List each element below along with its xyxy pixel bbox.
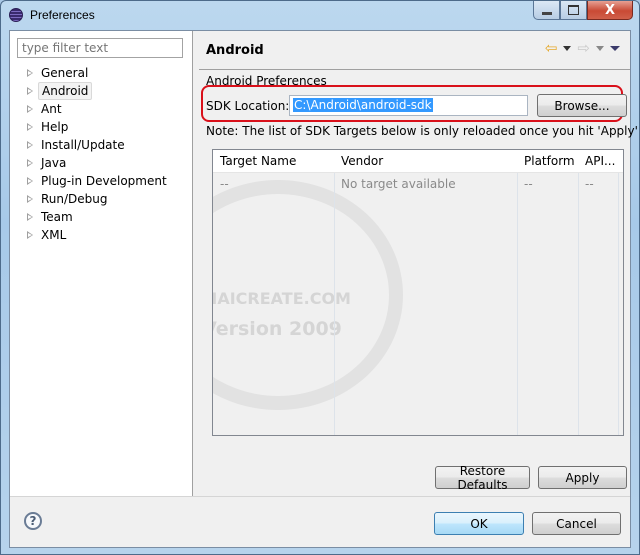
- window-controls: X: [533, 1, 633, 21]
- tree-item-label: Java: [41, 156, 67, 170]
- expand-arrow-icon[interactable]: [27, 141, 33, 149]
- tree-item-xml[interactable]: XML: [10, 226, 192, 244]
- tree-item-ant[interactable]: Ant: [10, 100, 192, 118]
- expand-arrow-icon[interactable]: [27, 159, 33, 167]
- expand-arrow-icon[interactable]: [27, 105, 33, 113]
- footer-separator: [10, 496, 630, 497]
- tree-item-general[interactable]: General: [10, 64, 192, 82]
- table-row[interactable]: -- No target available -- --: [213, 173, 623, 195]
- help-icon[interactable]: ?: [24, 512, 42, 530]
- tree-item-label: XML: [41, 228, 67, 242]
- browse-button[interactable]: Browse...: [537, 94, 627, 117]
- dialog-client: General Android Ant Help Install/Update …: [9, 30, 640, 548]
- cell-platform: --: [524, 177, 533, 191]
- tree-item-label: Run/Debug: [41, 192, 108, 206]
- watermark-line1: THAICREATE.COM: [213, 289, 351, 308]
- maximize-button[interactable]: [560, 1, 587, 20]
- tree-item-label: Install/Update: [41, 138, 125, 152]
- preference-page: Android ⇦ ⇨ Android Preferences SDK Loca…: [193, 31, 640, 496]
- expand-arrow-icon[interactable]: [27, 123, 33, 131]
- page-title: Android: [206, 43, 264, 58]
- close-icon: X: [604, 2, 616, 18]
- cell-vendor: No target available: [341, 177, 456, 191]
- sdk-targets-table[interactable]: THAICREATE.COM Version 2009 Target Name …: [212, 149, 624, 436]
- back-dropdown-icon[interactable]: [563, 46, 572, 51]
- column-header-target-name[interactable]: Target Name: [213, 150, 334, 172]
- restore-defaults-button[interactable]: Restore Defaults: [435, 464, 530, 492]
- column-header-vendor[interactable]: Vendor: [334, 150, 517, 172]
- preferences-sidebar: General Android Ant Help Install/Update …: [10, 31, 193, 496]
- watermark: THAICREATE.COM Version 2009: [212, 180, 403, 410]
- window-title: Preferences: [30, 8, 95, 22]
- close-button[interactable]: X: [587, 1, 633, 20]
- ok-button[interactable]: OK: [434, 512, 524, 535]
- preferences-window: Preferences X General Android Ant Help I…: [0, 0, 640, 555]
- preferences-tree: General Android Ant Help Install/Update …: [10, 64, 192, 244]
- filter-input[interactable]: [17, 38, 183, 58]
- watermark-line2: Version 2009: [212, 318, 342, 340]
- sdk-location-label: SDK Location:: [206, 99, 290, 113]
- column-header-api[interactable]: API...: [578, 150, 618, 172]
- tree-item-install-update[interactable]: Install/Update: [10, 136, 192, 154]
- tree-item-label: Help: [41, 120, 69, 134]
- expand-arrow-icon[interactable]: [27, 87, 33, 95]
- expand-arrow-icon[interactable]: [27, 195, 33, 203]
- cell-api: --: [585, 177, 594, 191]
- cell-target-name: --: [220, 177, 229, 191]
- back-arrow-icon[interactable]: ⇦: [545, 41, 558, 56]
- tree-item-java[interactable]: Java: [10, 154, 192, 172]
- expand-arrow-icon[interactable]: [27, 69, 33, 77]
- tree-item-label: Android: [38, 82, 93, 100]
- cancel-button[interactable]: Cancel: [532, 512, 621, 535]
- view-menu-icon[interactable]: [610, 46, 620, 51]
- tree-item-team[interactable]: Team: [10, 208, 192, 226]
- title-separator: [199, 69, 630, 70]
- table-header: Target Name Vendor Platform API...: [213, 150, 623, 173]
- tree-item-help[interactable]: Help: [10, 118, 192, 136]
- tree-item-label: Plug-in Development: [41, 174, 167, 188]
- tree-item-run-debug[interactable]: Run/Debug: [10, 190, 192, 208]
- expand-arrow-icon[interactable]: [27, 213, 33, 221]
- forward-dropdown-icon[interactable]: [596, 46, 604, 51]
- sdk-location-value: C:\Android\android-sdk: [293, 98, 433, 112]
- forward-arrow-icon[interactable]: ⇨: [577, 41, 590, 56]
- sdk-location-input[interactable]: C:\Android\android-sdk: [289, 95, 528, 116]
- minimize-icon: [541, 11, 552, 15]
- tree-item-label: General: [41, 66, 89, 80]
- column-header-platform[interactable]: Platform: [517, 150, 578, 172]
- apply-button[interactable]: Apply: [538, 466, 627, 489]
- tree-item-plugin-development[interactable]: Plug-in Development: [10, 172, 192, 190]
- sdk-note: Note: The list of SDK Targets below is o…: [206, 124, 640, 138]
- maximize-icon: [568, 5, 579, 15]
- page-nav-toolbar: ⇦ ⇨: [545, 41, 620, 56]
- minimize-button[interactable]: [533, 1, 560, 20]
- title-bar[interactable]: Preferences X: [1, 1, 639, 30]
- tree-item-label: Team: [41, 210, 73, 224]
- eclipse-icon: [9, 8, 23, 22]
- expand-arrow-icon[interactable]: [27, 231, 33, 239]
- tree-item-label: Ant: [41, 102, 62, 116]
- tree-item-android[interactable]: Android: [10, 82, 192, 100]
- expand-arrow-icon[interactable]: [27, 177, 33, 185]
